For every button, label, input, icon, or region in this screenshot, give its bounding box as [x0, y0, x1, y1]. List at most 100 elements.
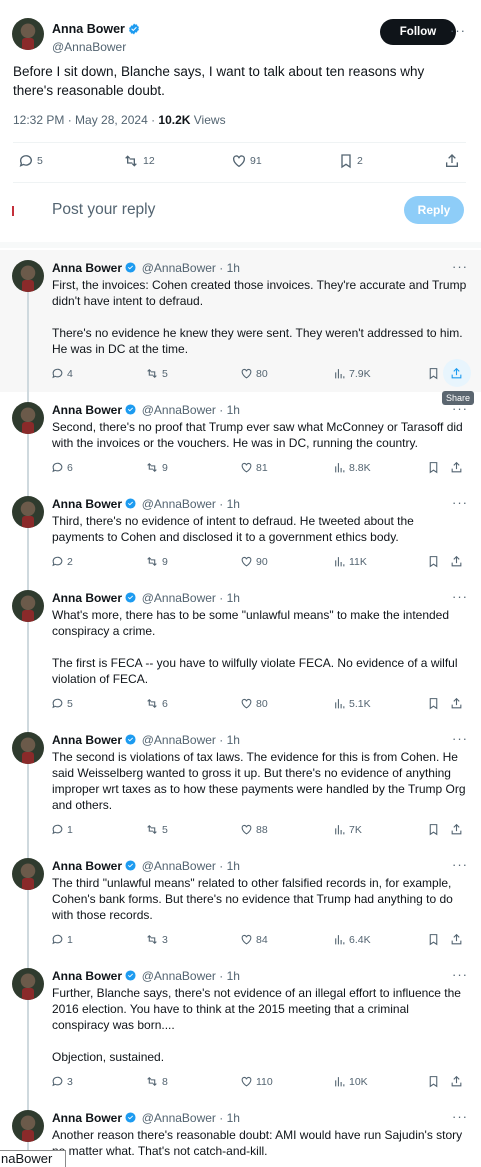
avatar[interactable] [12, 968, 44, 1000]
views-action[interactable]: 7.9K [333, 367, 371, 380]
share-action[interactable] [450, 1075, 463, 1088]
share-action[interactable] [444, 153, 460, 169]
bookmark-action[interactable] [427, 461, 440, 474]
reply-button[interactable]: Reply [404, 196, 464, 224]
more-options-icon[interactable]: ··· [452, 401, 468, 416]
like-action[interactable]: 88 [240, 823, 268, 836]
like-action[interactable]: 110 [240, 1075, 273, 1088]
author-name[interactable]: Anna Bower [52, 261, 122, 275]
like-action[interactable]: 91 [231, 153, 262, 169]
more-options-icon[interactable]: ··· [452, 495, 468, 510]
avatar[interactable] [12, 858, 44, 890]
author-handle-time[interactable]: @AnnaBower · 1h [142, 261, 240, 275]
share-action[interactable] [450, 461, 463, 474]
like-action[interactable]: 81 [240, 461, 268, 474]
like-action[interactable]: 90 [240, 555, 268, 568]
more-options-icon[interactable]: ··· [452, 589, 468, 604]
avatar[interactable] [12, 590, 44, 622]
reply-action[interactable]: 2 [51, 555, 73, 568]
reply-action[interactable]: 1 [51, 823, 73, 836]
reply-tweet[interactable]: Anna Bower @AnnaBower · 1h ··· Further, … [0, 958, 481, 1100]
views-action[interactable]: 7K [333, 823, 362, 836]
avatar[interactable] [12, 260, 44, 292]
avatar[interactable] [12, 18, 44, 50]
follow-button[interactable]: Follow [380, 19, 456, 45]
avatar[interactable] [12, 402, 44, 434]
author-handle-time[interactable]: @AnnaBower · 1h [142, 497, 240, 511]
bookmark-action[interactable] [427, 1075, 440, 1088]
reply-action[interactable]: 3 [51, 1075, 73, 1088]
like-action[interactable]: 80 [240, 697, 268, 710]
author-name[interactable]: Anna Bower [52, 733, 122, 747]
bookmark-action[interactable] [427, 697, 440, 710]
bookmark-action[interactable]: 2 [338, 153, 363, 169]
repost-action[interactable]: 12 [122, 153, 155, 169]
reply-action[interactable]: 5 [18, 153, 43, 169]
like-action[interactable]: 84 [240, 933, 268, 946]
taskbar-tab[interactable]: naBower [0, 1150, 66, 1167]
bookmark-action[interactable] [427, 933, 440, 946]
bookmark-action[interactable] [427, 555, 440, 568]
author-name[interactable]: Anna Bower [52, 859, 122, 873]
avatar[interactable] [12, 732, 44, 764]
tweet-timestamp[interactable]: 12:32 PM · May 28, 2024 · [13, 113, 158, 127]
reply-action[interactable]: 4 [51, 367, 73, 380]
reply-input[interactable]: Post your reply [52, 201, 155, 219]
share-action[interactable] [450, 933, 463, 946]
repost-action[interactable]: 5 [145, 823, 168, 836]
avatar[interactable] [12, 1110, 44, 1142]
share-action[interactable] [450, 555, 463, 568]
repost-action[interactable]: 9 [145, 461, 168, 474]
author-handle-time[interactable]: @AnnaBower · 1h [142, 1111, 240, 1125]
share-action[interactable] [450, 697, 463, 710]
reply-tweet[interactable]: Anna Bower @AnnaBower · 1h ··· First, th… [0, 250, 481, 392]
reply-tweet[interactable]: Anna Bower @AnnaBower · 1h ··· The secon… [0, 722, 481, 848]
more-options-icon[interactable]: ··· [452, 259, 468, 274]
bookmark-action[interactable] [427, 823, 440, 836]
author-name[interactable]: Anna Bower [52, 591, 122, 605]
repost-action[interactable]: 9 [145, 555, 168, 568]
repost-action[interactable]: 8 [145, 1075, 168, 1088]
author-name[interactable]: Anna Bower [52, 969, 122, 983]
reply-tweet[interactable]: Anna Bower @AnnaBower · 1h ··· Second, t… [0, 392, 481, 486]
repost-action[interactable]: 3 [145, 933, 168, 946]
more-options-icon[interactable]: ··· [452, 967, 468, 982]
more-options-icon[interactable]: ··· [452, 857, 468, 872]
views-action[interactable]: 10K [333, 1075, 368, 1088]
author-name-row[interactable]: Anna Bower [52, 22, 140, 36]
views-action[interactable]: 11K [333, 555, 367, 568]
author-name[interactable]: Anna Bower [52, 497, 122, 511]
views-action[interactable]: 5.1K [333, 697, 371, 710]
more-options-icon[interactable]: ··· [452, 731, 468, 746]
author-handle-time[interactable]: @AnnaBower · 1h [142, 591, 240, 605]
repost-action[interactable]: 6 [145, 697, 168, 710]
views-action[interactable]: 6.4K [333, 933, 371, 946]
views-action[interactable]: 8.8K [333, 461, 371, 474]
reply-action[interactable]: 6 [51, 461, 73, 474]
author-handle-time[interactable]: @AnnaBower · 1h [142, 969, 240, 983]
author-handle-time[interactable]: @AnnaBower · 1h [142, 859, 240, 873]
author-handle-time[interactable]: @AnnaBower · 1h [142, 403, 240, 417]
share-action[interactable] [450, 823, 463, 836]
reply-tweet[interactable]: Anna Bower @AnnaBower · 1h ··· Third, th… [0, 486, 481, 580]
author-name[interactable]: Anna Bower [52, 22, 125, 36]
repost-action[interactable]: 5 [145, 367, 168, 380]
share-action[interactable] [450, 367, 463, 380]
reply-tweet[interactable]: Anna Bower @AnnaBower · 1h ··· What's mo… [0, 580, 481, 722]
reply-tweet[interactable]: Anna Bower @AnnaBower · 1h ··· The third… [0, 848, 481, 958]
reply-text: First, the invoices: Cohen created those… [52, 277, 468, 357]
author-handle[interactable]: @AnnaBower [52, 40, 140, 54]
reply-action[interactable]: 5 [51, 697, 73, 710]
more-options-icon[interactable]: ··· [452, 1109, 468, 1124]
reply-action[interactable]: 1 [51, 933, 73, 946]
author-block[interactable]: Anna Bower @AnnaBower [52, 20, 140, 54]
like-action[interactable]: 80 [240, 367, 268, 380]
author-handle-time[interactable]: @AnnaBower · 1h [142, 733, 240, 747]
more-options-icon[interactable]: ··· [450, 23, 466, 38]
avatar[interactable] [12, 496, 44, 528]
author-name[interactable]: Anna Bower [52, 403, 122, 417]
bookmark-action[interactable] [427, 367, 440, 380]
reply-tweet[interactable]: Anna Bower @AnnaBower · 1h ··· Another r… [0, 1100, 481, 1167]
repost-count: 3 [162, 933, 168, 946]
author-name[interactable]: Anna Bower [52, 1111, 122, 1125]
